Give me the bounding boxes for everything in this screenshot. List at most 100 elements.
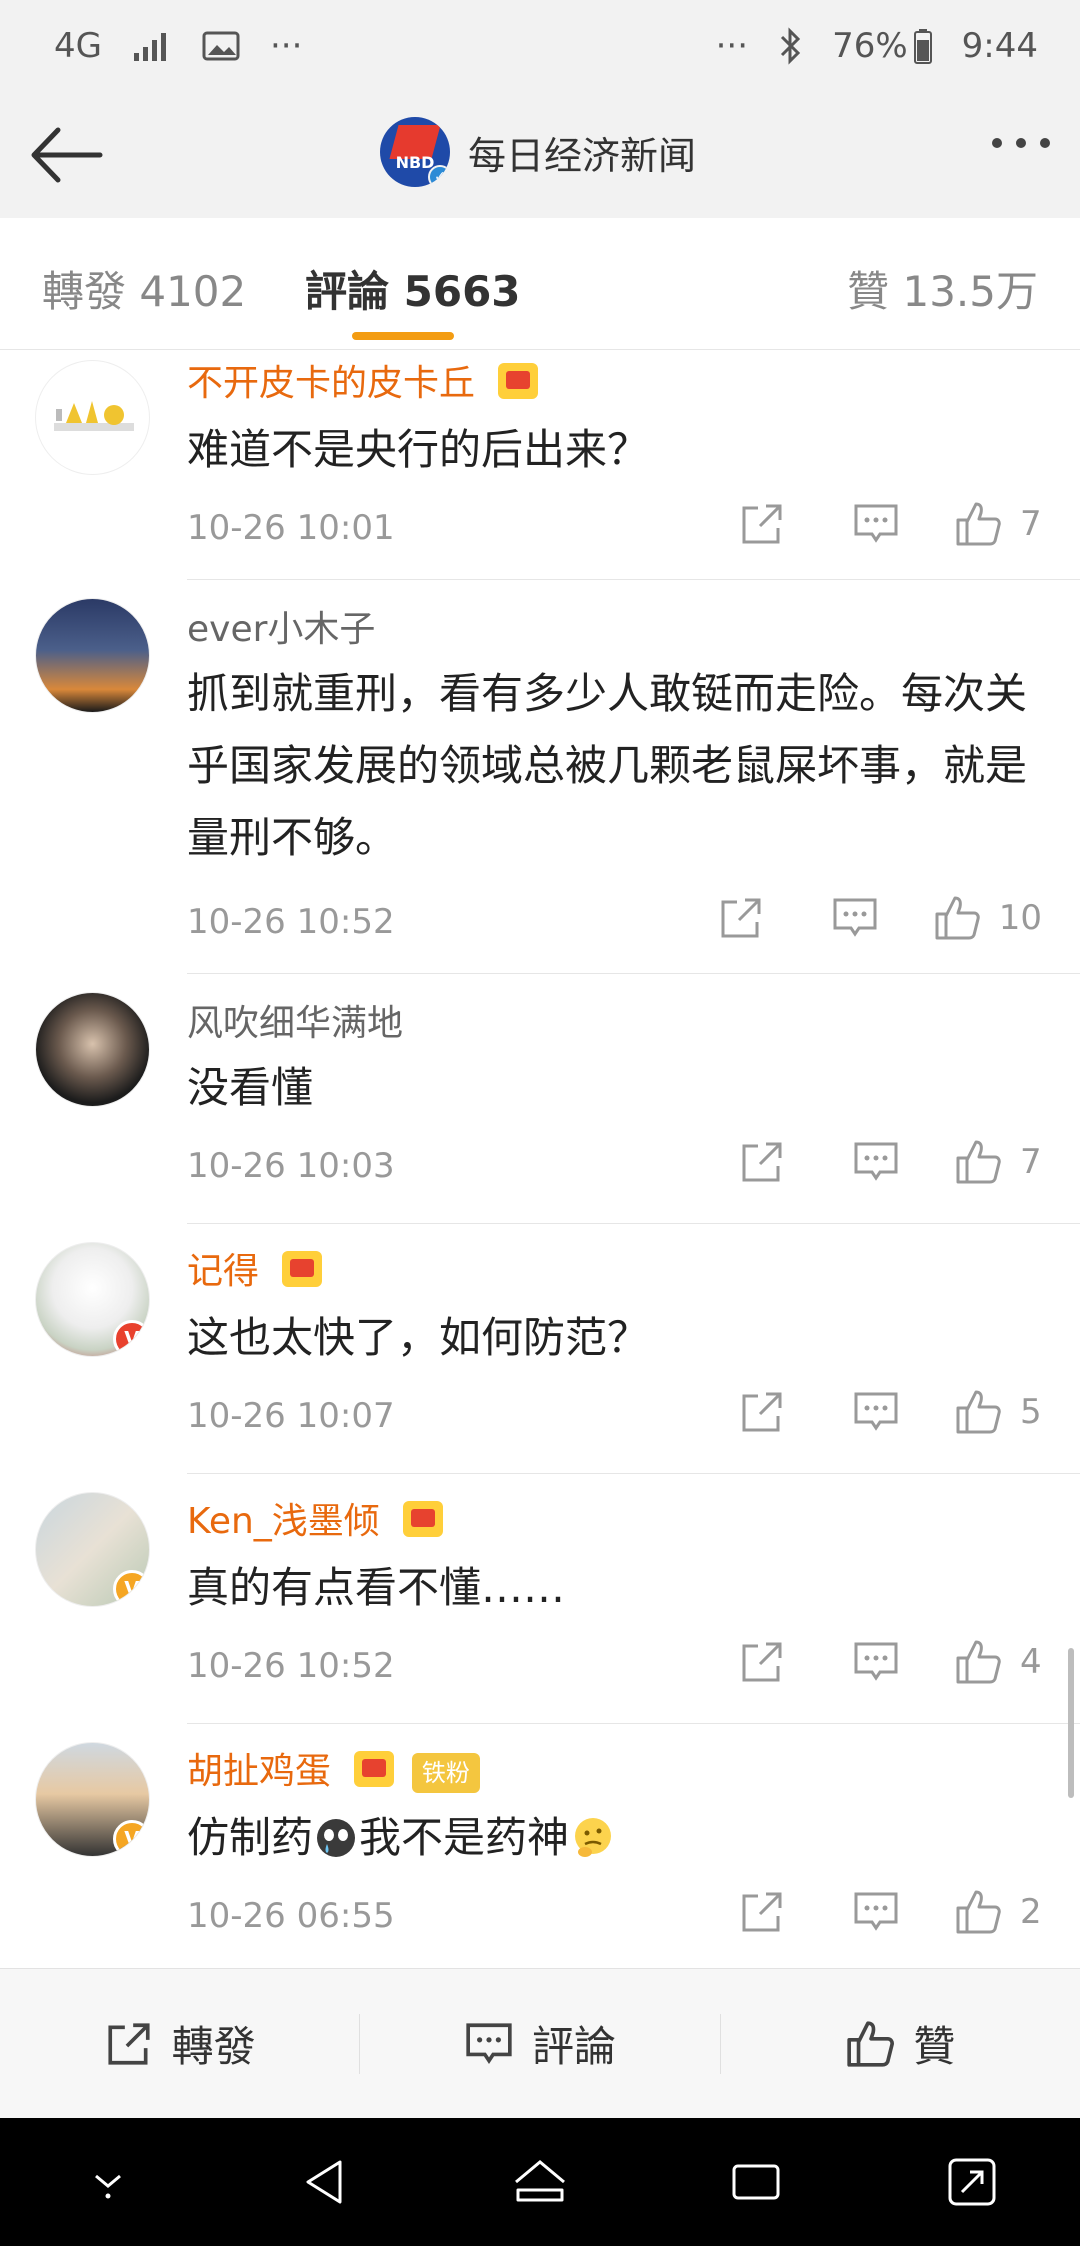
thinking-emoji-icon <box>575 1818 612 1857</box>
comment-time: 10-26 10:52 <box>187 1646 395 1686</box>
verified-badge-icon: V <box>113 1320 149 1356</box>
comment-author[interactable]: ever小木子 <box>187 609 375 650</box>
thumbs-up-icon <box>956 502 1001 546</box>
bluetooth-icon <box>781 27 801 65</box>
comment-time: 10-26 10:07 <box>187 1396 395 1436</box>
scrollbar[interactable] <box>1068 1648 1074 1798</box>
comment-icon <box>854 1392 898 1431</box>
comment-icon <box>854 504 898 543</box>
back-nav-icon[interactable] <box>292 2150 356 2214</box>
expand-icon[interactable] <box>940 2150 1004 2214</box>
like-comment-button[interactable]: 7 <box>954 500 1042 548</box>
vip-crown-icon <box>352 1749 396 1789</box>
avatar[interactable]: V <box>35 1242 150 1357</box>
comment-author[interactable]: Ken_浅墨倾 <box>187 1501 380 1542</box>
comment-text: 真的有点看不懂…… <box>187 1563 566 1612</box>
account-title[interactable]: NBD ✓ 每日经济新闻 <box>380 117 696 187</box>
comment-time: 10-26 10:01 <box>187 508 395 548</box>
status-more-right: ··· <box>715 26 749 66</box>
bottom-toolbar: 轉發 評論 贊 <box>0 1968 1080 2118</box>
comment-text: 仿制药 我不是药神 <box>187 1802 1057 1874</box>
comment-text: 这也太快了，如何防范？ <box>187 1313 650 1362</box>
share-icon <box>742 1142 782 1182</box>
comment-text-part: 我不是药神 <box>359 1813 570 1862</box>
more-options-button[interactable] <box>992 138 1050 148</box>
comment-button[interactable]: 評論 <box>360 2013 719 2074</box>
repost-label: 轉發 <box>171 2022 256 2071</box>
share-icon <box>108 2022 150 2065</box>
tab-reposts[interactable]: 轉發 4102 <box>42 258 246 319</box>
status-bar: 4G ··· ··· 76% 9:44 <box>0 0 1080 92</box>
battery-icon <box>913 29 932 64</box>
like-comment-button[interactable]: 4 <box>954 1638 1042 1686</box>
comment-author[interactable]: 胡扯鸡蛋 <box>187 1751 331 1792</box>
reply-comment-button[interactable] <box>852 1888 900 1936</box>
comment-label: 評論 <box>531 2022 616 2071</box>
avatar[interactable] <box>35 360 150 475</box>
repost-comment-button[interactable] <box>738 500 786 548</box>
comment-item: 不开皮卡的皮卡丘 难道不是央行的后出来？ 10-26 10:01 7 <box>0 350 1080 580</box>
thumbs-up-icon <box>956 1640 1001 1684</box>
like-count: 4 <box>1020 1642 1042 1682</box>
share-icon <box>742 504 782 544</box>
pikachu-avatar-icon <box>54 401 134 431</box>
comment-author[interactable]: 不开皮卡的皮卡丘 <box>187 363 475 404</box>
comment-text: 难道不是央行的后出来？ <box>187 425 650 474</box>
repost-comment-button[interactable] <box>738 1638 786 1686</box>
repost-comment-button[interactable] <box>717 894 765 942</box>
reply-comment-button[interactable] <box>831 894 879 942</box>
active-tab-indicator <box>352 332 454 340</box>
avatar[interactable] <box>35 992 150 1107</box>
like-count: 7 <box>1020 1142 1042 1182</box>
comment-icon <box>854 1642 898 1681</box>
thumbs-up-icon <box>935 896 980 940</box>
avatar[interactable]: V <box>35 1492 150 1607</box>
crying-emoji-icon <box>317 1819 356 1857</box>
vip-crown-icon <box>280 1249 324 1289</box>
vip-crown-icon <box>401 1499 445 1539</box>
thumbs-up-icon <box>847 2020 895 2067</box>
comment-icon <box>466 2022 512 2064</box>
hide-keyboard-icon[interactable] <box>76 2150 140 2214</box>
comment-text: 抓到就重刑，看有多少人敢铤而走险。每次关乎国家发展的领域总被几颗老鼠屎坏事，就是… <box>187 669 1028 862</box>
tab-likes[interactable]: 贊 13.5万 <box>847 258 1038 319</box>
avatar[interactable]: V <box>35 1742 150 1857</box>
like-comment-button[interactable]: 2 <box>954 1888 1042 1936</box>
battery-level: 76% <box>832 26 908 66</box>
avatar[interactable] <box>35 598 150 713</box>
repost-comment-button[interactable] <box>738 1888 786 1936</box>
comment-item: V 记得 这也太快了，如何防范？ 10-26 10:07 5 <box>0 1224 1080 1474</box>
repost-comment-button[interactable] <box>738 1388 786 1436</box>
like-comment-button[interactable]: 5 <box>954 1388 1042 1436</box>
reply-comment-button[interactable] <box>852 500 900 548</box>
reply-comment-button[interactable] <box>852 1638 900 1686</box>
reply-comment-button[interactable] <box>852 1138 900 1186</box>
like-button[interactable]: 贊 <box>721 2013 1080 2074</box>
comment-author[interactable]: 记得 <box>187 1251 259 1292</box>
recent-apps-icon[interactable] <box>724 2150 788 2214</box>
reply-comment-button[interactable] <box>852 1388 900 1436</box>
image-icon <box>202 31 240 61</box>
back-button[interactable] <box>28 120 108 190</box>
comment-item: ever小木子 抓到就重刑，看有多少人敢铤而走险。每次关乎国家发展的领域总被几颗… <box>0 580 1080 974</box>
verified-icon: ✓ <box>428 165 450 187</box>
like-comment-button[interactable]: 10 <box>933 894 1042 942</box>
comment-list: 不开皮卡的皮卡丘 难道不是央行的后出来？ 10-26 10:01 7 ever小… <box>0 350 1080 1969</box>
page-title: 每日经济新闻 <box>468 133 697 178</box>
comment-item: 风吹细华满地 没看懂 10-26 10:03 7 <box>0 974 1080 1224</box>
comment-text-part: 仿制药 <box>187 1813 314 1862</box>
clock: 9:44 <box>961 26 1038 66</box>
share-icon <box>721 898 761 938</box>
tab-comments[interactable]: 評論 5663 <box>305 258 521 319</box>
comment-time: 10-26 06:55 <box>187 1896 395 1936</box>
repost-button[interactable]: 轉發 <box>0 2013 359 2074</box>
thumbs-up-icon <box>956 1890 1001 1934</box>
share-icon <box>742 1892 782 1932</box>
iron-fan-badge: 铁粉 <box>411 1753 480 1793</box>
share-icon <box>742 1642 782 1682</box>
comment-time: 10-26 10:03 <box>187 1146 395 1186</box>
home-nav-icon[interactable] <box>508 2150 572 2214</box>
comment-author[interactable]: 风吹细华满地 <box>187 1003 403 1044</box>
repost-comment-button[interactable] <box>738 1138 786 1186</box>
like-comment-button[interactable]: 7 <box>954 1138 1042 1186</box>
